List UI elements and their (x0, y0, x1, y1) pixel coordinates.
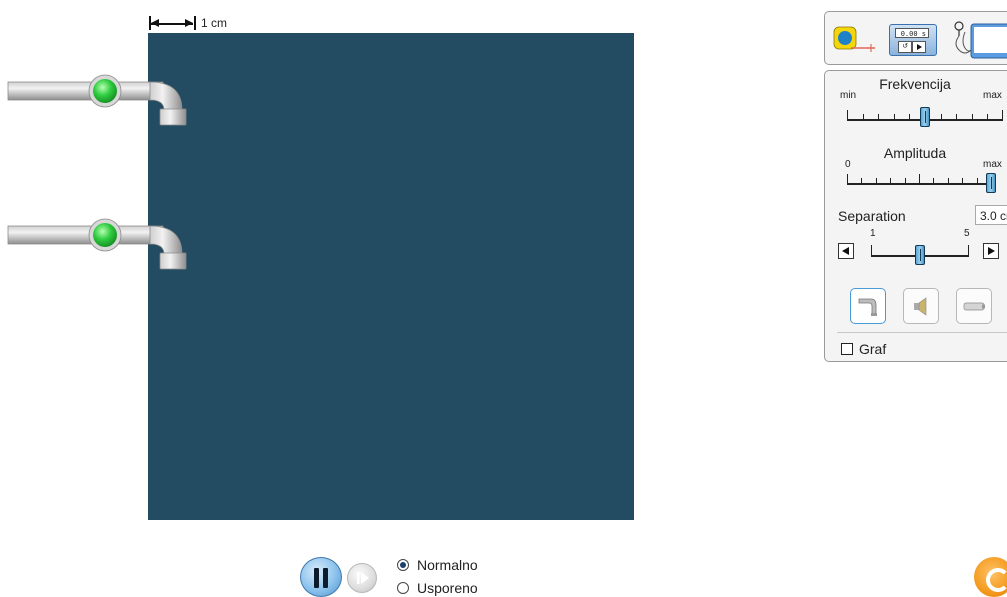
reset-icon (986, 568, 1007, 592)
pause-button[interactable] (300, 557, 342, 597)
separation-slider-thumb[interactable] (915, 245, 925, 265)
pause-icon (314, 568, 319, 588)
tools-panel: 0.00 s ↺ (824, 11, 1007, 65)
speed-slow-option[interactable]: Usporeno (397, 579, 478, 597)
separation-slider[interactable] (871, 237, 969, 265)
scale-cap-right (194, 16, 196, 30)
speaker-icon (914, 297, 927, 316)
amplitude-slider[interactable] (847, 171, 996, 193)
speed-normal-radio[interactable] (397, 559, 409, 571)
separation-value: 3.0 cm (975, 205, 1007, 225)
separation-title: Separation (838, 208, 906, 224)
amplitude-max-label: max (983, 159, 1002, 170)
measuring-tape-icon[interactable] (833, 22, 877, 58)
water-area[interactable] (148, 33, 634, 520)
amplitude-min-label: 0 (845, 159, 851, 170)
faucet-top-icon (7, 74, 187, 126)
scale-arrow-left-icon (151, 19, 159, 27)
speed-slow-radio[interactable] (397, 582, 409, 594)
faucet-icon (858, 298, 877, 316)
control-panel: Frekvencija min max Amplituda 0 max Sepa… (824, 70, 1007, 362)
step-button[interactable] (347, 563, 377, 593)
amplitude-title: Amplituda (883, 145, 947, 161)
sound-source-button[interactable] (903, 288, 939, 324)
water-source-button[interactable] (850, 288, 886, 324)
divider (837, 332, 1007, 333)
wave-meter-icon[interactable] (951, 20, 1007, 60)
stopwatch-tool[interactable]: 0.00 s ↺ (889, 24, 937, 56)
light-source-button[interactable] (956, 288, 992, 324)
graph-label: Graf (859, 341, 887, 357)
reset-button[interactable] (974, 557, 1007, 597)
separation-increase-button[interactable] (983, 243, 999, 259)
faucet-top[interactable] (0, 72, 190, 128)
graph-option[interactable]: Graf (841, 341, 886, 357)
separation-decrease-button[interactable] (838, 243, 854, 259)
faucet-bottom-icon (7, 218, 187, 270)
stopwatch-play-icon (912, 41, 926, 53)
faucet-bottom[interactable] (0, 216, 190, 272)
speed-normal-label: Normalno (417, 557, 478, 573)
frequency-slider-thumb[interactable] (920, 107, 930, 127)
frequency-min-label: min (840, 90, 857, 101)
speed-normal-option[interactable]: Normalno (397, 556, 478, 574)
scale-indicator[interactable]: 1 cm (149, 14, 269, 32)
stopwatch-display: 0.00 s (895, 28, 929, 38)
speed-slow-label: Usporeno (417, 580, 478, 596)
graph-checkbox[interactable] (841, 343, 853, 355)
stopwatch-reset-icon: ↺ (898, 41, 912, 53)
laser-icon (963, 302, 985, 311)
step-icon (357, 572, 369, 584)
amplitude-slider-thumb[interactable] (986, 173, 996, 193)
scale-arrow-right-icon (185, 19, 193, 27)
scale-label: 1 cm (201, 16, 228, 30)
frequency-max-label: max (983, 90, 1002, 101)
frequency-slider[interactable] (847, 107, 1003, 127)
pause-icon-bar (323, 568, 328, 588)
